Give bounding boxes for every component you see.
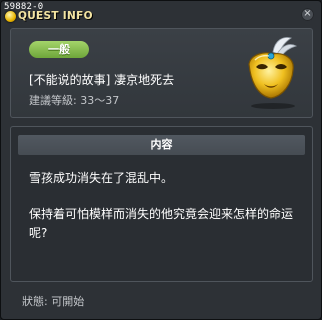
quest-info-window: 59882-0 QUEST INFO × 一般 [不能说的故事] 凄京地死去 建… bbox=[0, 0, 322, 320]
close-button[interactable]: × bbox=[301, 8, 314, 21]
lightbulb-icon bbox=[5, 10, 16, 22]
window-title: QUEST INFO bbox=[18, 10, 93, 22]
quest-summary-panel: 一般 [不能说的故事] 凄京地死去 建議等級: 33～37 bbox=[10, 28, 313, 118]
content-header: 内容 bbox=[18, 135, 305, 155]
content-paragraph: 雪孩成功消失在了混乱中。 bbox=[29, 171, 174, 185]
quest-content-panel: 内容 雪孩成功消失在了混乱中。 保持着可怕模样而消失的他究竟会迎来怎样的命运呢? bbox=[10, 126, 313, 282]
golden-mask-icon bbox=[248, 37, 297, 99]
quest-name: [不能说的故事] 凄京地死去 bbox=[29, 73, 175, 87]
title-bar: QUEST INFO bbox=[5, 10, 93, 22]
quest-status: 狀態: 可開始 bbox=[22, 295, 85, 308]
content-paragraph: 保持着可怕模样而消失的他究竟会迎来怎样的命运呢? bbox=[29, 207, 294, 240]
category-badge: 一般 bbox=[29, 41, 89, 58]
content-text: 雪孩成功消失在了混乱中。 保持着可怕模样而消失的他究竟会迎来怎样的命运呢? bbox=[29, 169, 299, 243]
recommended-level: 建議等級: 33～37 bbox=[29, 94, 120, 107]
close-icon: × bbox=[303, 8, 312, 19]
